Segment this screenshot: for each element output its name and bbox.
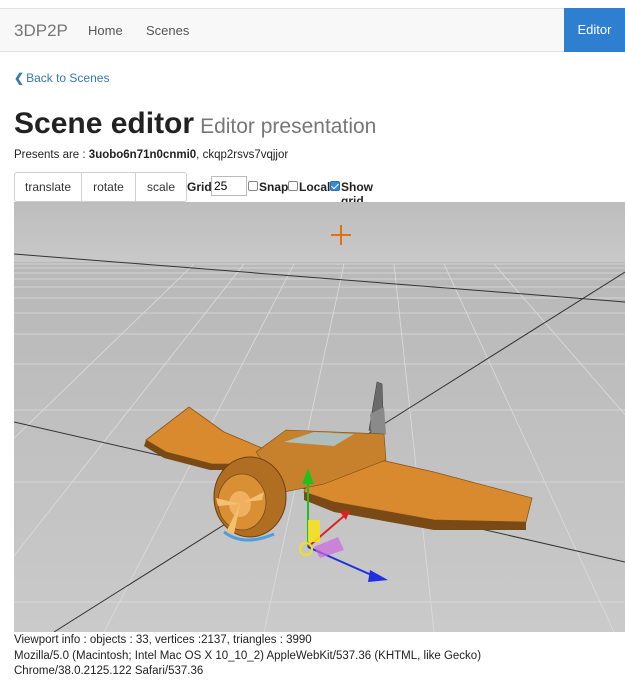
scale-button[interactable]: scale xyxy=(135,172,187,202)
viewport-info: Viewport info : objects : 33, vertices :… xyxy=(14,634,312,646)
nav-editor-link[interactable]: Editor xyxy=(564,8,625,52)
nav-scenes-link[interactable]: Scenes xyxy=(146,23,189,38)
presents-line: Presents are : 3uobo6n71n0cnmi0, ckqp2rs… xyxy=(14,149,288,161)
local-checkbox[interactable] xyxy=(288,181,298,191)
local-label: Local xyxy=(299,180,331,194)
present-id: ckqp2rsvs7vqjjor xyxy=(202,149,289,161)
rotate-button[interactable]: rotate xyxy=(81,172,136,202)
page-title: Scene editor Editor presentation xyxy=(14,104,376,141)
presents-label: Presents are : xyxy=(14,149,89,161)
present-id: 3uobo6n71n0cnmi0 xyxy=(88,149,197,161)
page-title-main: Scene editor xyxy=(14,107,195,140)
navbar: 3DP2P Home Scenes Editor xyxy=(0,8,625,52)
page-subtitle: Editor presentation xyxy=(200,115,377,138)
back-to-scenes-link[interactable]: ❮ Back to Scenes xyxy=(14,71,109,85)
grid-label: Grid xyxy=(187,180,212,194)
user-agent-line-2: Chrome/38.0.2125.122 Safari/537.36 xyxy=(14,665,204,677)
brand-logo[interactable]: 3DP2P xyxy=(14,21,68,41)
3d-viewport[interactable] xyxy=(14,202,625,632)
translate-button[interactable]: translate xyxy=(14,172,82,202)
show-grid-checkbox[interactable] xyxy=(330,181,340,191)
user-agent-line-1: Mozilla/5.0 (Macintosh; Intel Mac OS X 1… xyxy=(14,649,482,662)
chevron-left-icon: ❮ xyxy=(14,71,25,85)
back-link-label: Back to Scenes xyxy=(26,71,110,85)
snap-label: Snap xyxy=(259,180,289,194)
viewport-info-footer: Viewport info : objects : 33, vertices :… xyxy=(14,633,481,680)
nav-home-link[interactable]: Home xyxy=(88,23,123,38)
grid-size-input[interactable] xyxy=(211,176,247,196)
viewport-sky xyxy=(14,202,625,264)
snap-checkbox[interactable] xyxy=(248,181,258,191)
viewport-canvas[interactable] xyxy=(14,202,625,632)
